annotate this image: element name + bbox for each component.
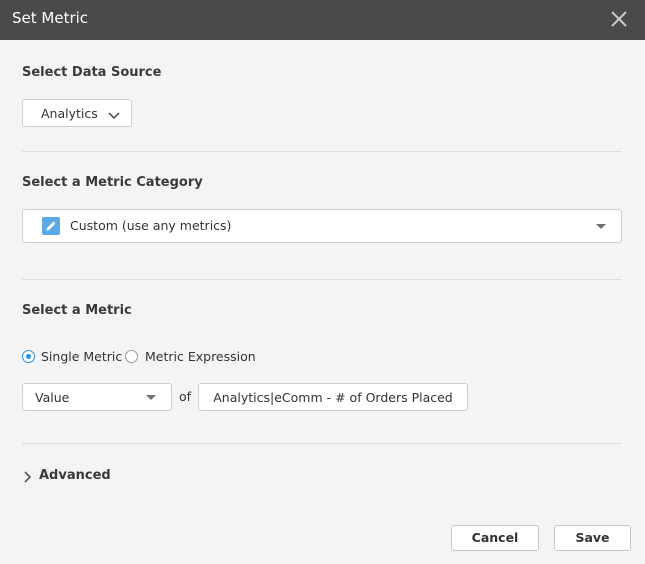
single-metric-radio[interactable] [22, 350, 35, 363]
aggregation-value: Value [35, 390, 70, 405]
cancel-button[interactable]: Cancel [451, 525, 539, 551]
metric-selector-value: Analytics|eComm - # of Orders Placed [213, 390, 453, 405]
metric-selector[interactable]: Analytics|eComm - # of Orders Placed [198, 383, 468, 411]
metric-category-value: Custom (use any metrics) [70, 218, 232, 233]
data-source-value: Analytics [41, 106, 98, 121]
advanced-label: Advanced [39, 468, 111, 483]
divider [22, 151, 622, 152]
data-source-label: Select Data Source [22, 65, 162, 80]
metric-category-dropdown[interactable]: Custom (use any metrics) [22, 209, 622, 243]
divider [22, 443, 622, 444]
metric-expression-label[interactable]: Metric Expression [145, 349, 256, 364]
save-button[interactable]: Save [554, 525, 631, 551]
metric-expression-radio[interactable] [125, 350, 138, 363]
of-text: of [179, 389, 192, 404]
advanced-toggle[interactable]: Advanced [22, 466, 122, 486]
data-source-dropdown[interactable]: Analytics [22, 99, 132, 127]
pencil-icon [42, 217, 60, 239]
close-icon[interactable] [609, 9, 629, 29]
set-metric-dialog: Set Metric Select Data Source Analytics … [0, 0, 645, 564]
caret-down-icon [146, 395, 156, 400]
chevron-right-icon [22, 469, 34, 488]
aggregation-dropdown[interactable]: Value [22, 383, 172, 411]
dialog-title: Set Metric [12, 9, 89, 27]
metric-label: Select a Metric [22, 303, 132, 318]
metric-category-label: Select a Metric Category [22, 175, 203, 190]
divider [22, 279, 622, 280]
dialog-title-bar: Set Metric [0, 0, 645, 40]
caret-down-icon [596, 224, 606, 229]
chevron-down-icon [107, 107, 121, 126]
single-metric-label[interactable]: Single Metric [41, 349, 122, 364]
